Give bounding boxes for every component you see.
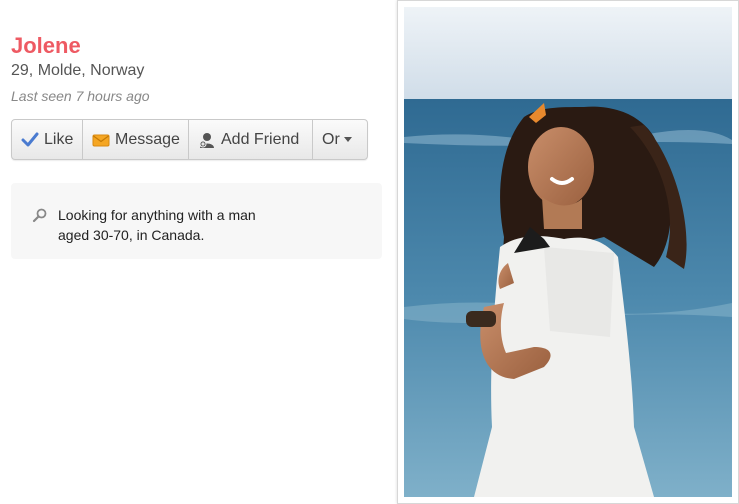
message-label: Message — [115, 130, 180, 148]
profile-name: Jolene — [11, 33, 81, 58]
profile-photo-frame — [397, 0, 739, 504]
action-button-group: Like Message Add Friend Or — [11, 119, 368, 160]
person-add-icon — [198, 131, 216, 149]
looking-for-line-1: Looking for anything with a man — [58, 207, 256, 223]
message-button[interactable]: Message — [83, 120, 189, 159]
add-friend-label: Add Friend — [221, 130, 300, 148]
or-dropdown-button[interactable]: Or — [313, 120, 367, 159]
like-button[interactable]: Like — [12, 120, 83, 159]
looking-for-line-2: aged 30-70, in Canada. — [58, 227, 205, 243]
like-label: Like — [44, 130, 74, 148]
profile-details: 29, Molde, Norway — [11, 62, 145, 79]
last-seen-text: Last seen 7 hours ago — [11, 88, 150, 104]
profile-photo[interactable] — [404, 7, 732, 497]
looking-for-text: Looking for anything with a man aged 30-… — [58, 205, 298, 245]
check-icon — [21, 131, 39, 149]
envelope-icon — [92, 131, 110, 149]
profile-header: Jolene 29, Molde, Norway Last seen 7 hou… — [11, 33, 391, 105]
or-label: Or — [322, 130, 340, 148]
search-icon — [32, 207, 48, 223]
add-friend-button[interactable]: Add Friend — [189, 120, 313, 159]
caret-down-icon — [343, 137, 352, 142]
looking-for-box: Looking for anything with a man aged 30-… — [11, 183, 382, 259]
